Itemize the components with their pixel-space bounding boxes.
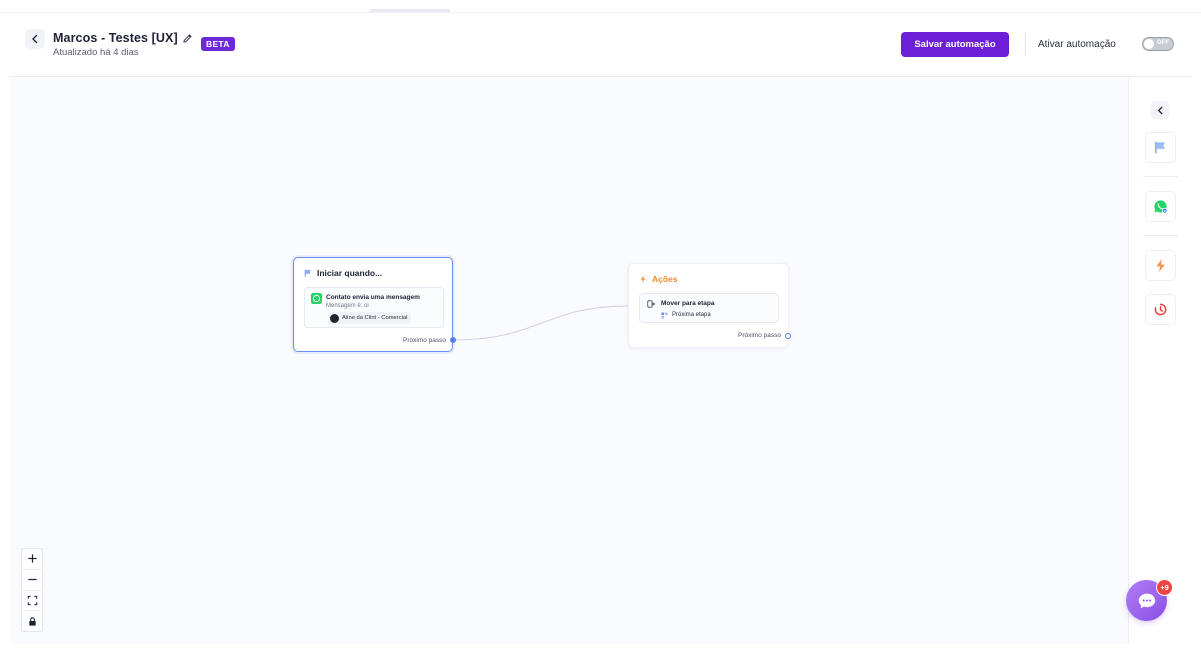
action-target-label: Próxima etapa — [672, 312, 711, 318]
avatar — [330, 313, 339, 323]
toggle-state-text: OFF — [1157, 40, 1169, 46]
lock-canvas-button[interactable] — [22, 611, 42, 631]
beta-badge: BETA — [201, 37, 235, 51]
chat-notification-badge: +9 — [1156, 579, 1173, 596]
actions-node[interactable]: Ações Mover para etapa Próxima etapa Pró… — [628, 263, 789, 348]
sidebar-divider — [1143, 235, 1178, 236]
automation-header: Marcos - Testes [UX] BETA Atualizado há … — [10, 14, 1191, 77]
pencil-icon[interactable] — [182, 33, 193, 44]
channel-chip-label: Aline da Clint - Comercial — [342, 315, 408, 321]
fit-view-icon — [27, 595, 37, 606]
sidebar-item-delay[interactable] — [1145, 294, 1176, 325]
sidebar-collapse-button[interactable] — [1151, 101, 1169, 119]
trigger-next-step-label: Próximo passo — [403, 337, 446, 344]
fit-view-button[interactable] — [22, 591, 42, 612]
trigger-condition-title: Contato envia uma mensagem — [326, 294, 420, 301]
trigger-node-title: Iniciar quando... — [317, 268, 383, 278]
pipeline-step-icon — [661, 311, 668, 319]
actions-next-step-label: Próximo passo — [738, 332, 781, 339]
minus-icon — [27, 579, 37, 581]
sidebar-item-actions[interactable] — [1145, 250, 1176, 281]
flag-icon — [1155, 141, 1166, 154]
actions-node-title: Ações — [652, 274, 678, 284]
toggle-knob — [1144, 39, 1154, 49]
updated-timestamp: Atualizado há 4 dias — [53, 47, 139, 58]
top-strip-mark — [370, 9, 450, 12]
header-divider — [1025, 32, 1026, 56]
flag-icon — [304, 269, 311, 277]
zoom-controls — [21, 548, 43, 632]
chevron-left-icon — [32, 34, 38, 44]
sidebar-divider — [1143, 176, 1178, 177]
activate-automation-toggle[interactable]: OFF — [1142, 37, 1174, 51]
action-target-chip: Próxima etapa — [661, 310, 711, 320]
lightning-icon — [1156, 258, 1165, 273]
timer-icon — [1154, 303, 1167, 316]
activate-automation-label: Ativar automação — [1038, 39, 1116, 50]
browser-top-strip — [0, 0, 1201, 13]
action-card-title: Mover para etapa — [661, 300, 715, 307]
chevron-left-icon — [1157, 106, 1162, 114]
actions-output-handle[interactable] — [785, 333, 791, 339]
trigger-node-header: Iniciar quando... — [304, 268, 382, 278]
actions-node-header: Ações — [639, 274, 678, 284]
trigger-condition-subtitle: Mensagem é: oi — [326, 303, 369, 309]
save-automation-button[interactable]: Salvar automação — [901, 32, 1009, 57]
trigger-condition-card[interactable]: Contato envia uma mensagem Mensagem é: o… — [304, 287, 444, 328]
whatsapp-icon — [1154, 200, 1168, 214]
lock-icon — [28, 616, 36, 626]
whatsapp-icon — [311, 293, 322, 304]
automation-title: Marcos - Testes [UX] — [53, 31, 178, 45]
flow-canvas[interactable] — [10, 78, 1128, 644]
zoom-out-button[interactable] — [22, 570, 42, 591]
sidebar-item-whatsapp[interactable] — [1145, 191, 1176, 222]
zoom-in-button[interactable] — [22, 549, 42, 570]
move-stage-icon — [647, 300, 655, 308]
chat-bubble-icon — [1138, 593, 1155, 608]
channel-chip: Aline da Clint - Comercial — [328, 312, 412, 324]
action-card-move-stage[interactable]: Mover para etapa Próxima etapa — [639, 293, 779, 323]
sidebar-item-trigger[interactable] — [1145, 132, 1176, 163]
lightning-icon — [640, 275, 646, 283]
trigger-output-handle[interactable] — [450, 337, 456, 343]
plus-icon — [27, 554, 37, 563]
blocks-sidebar — [1128, 78, 1191, 644]
back-button[interactable] — [25, 29, 45, 49]
trigger-node[interactable]: Iniciar quando... Contato envia uma mens… — [293, 257, 453, 352]
